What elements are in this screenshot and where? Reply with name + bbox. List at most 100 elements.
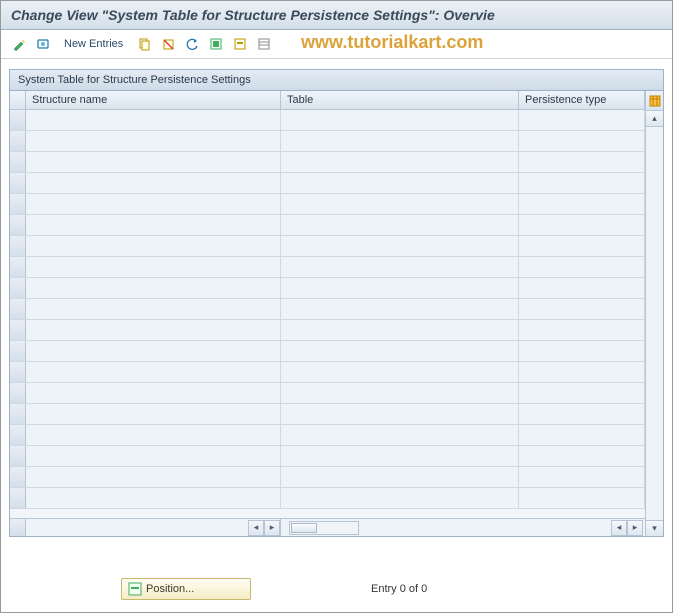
cell-table[interactable]	[281, 257, 519, 277]
hscroll-thumb[interactable]	[291, 523, 317, 533]
position-button[interactable]: Position...	[121, 578, 251, 600]
cell-table[interactable]	[281, 299, 519, 319]
row-selector[interactable]	[10, 257, 26, 277]
cell-structure-name[interactable]	[26, 341, 281, 361]
cell-persistence-type[interactable]	[519, 362, 645, 382]
cell-table[interactable]	[281, 383, 519, 403]
cell-table[interactable]	[281, 425, 519, 445]
row-selector[interactable]	[10, 194, 26, 214]
column-header-table[interactable]: Table	[281, 91, 519, 109]
cell-structure-name[interactable]	[26, 110, 281, 130]
other-view-icon[interactable]	[33, 34, 53, 54]
vertical-scrollbar[interactable]: ▴ ▾	[646, 111, 663, 536]
cell-table[interactable]	[281, 467, 519, 487]
cell-persistence-type[interactable]	[519, 467, 645, 487]
cell-structure-name[interactable]	[26, 278, 281, 298]
cell-structure-name[interactable]	[26, 320, 281, 340]
cell-persistence-type[interactable]	[519, 404, 645, 424]
cell-structure-name[interactable]	[26, 425, 281, 445]
row-selector[interactable]	[10, 110, 26, 130]
cell-persistence-type[interactable]	[519, 215, 645, 235]
display-change-icon[interactable]	[9, 34, 29, 54]
cell-table[interactable]	[281, 110, 519, 130]
delete-icon[interactable]	[158, 34, 178, 54]
cell-table[interactable]	[281, 341, 519, 361]
cell-structure-name[interactable]	[26, 131, 281, 151]
row-selector[interactable]	[10, 425, 26, 445]
row-selector[interactable]	[10, 383, 26, 403]
cell-structure-name[interactable]	[26, 215, 281, 235]
configure-columns-icon[interactable]	[646, 91, 663, 111]
cell-table[interactable]	[281, 131, 519, 151]
row-selector[interactable]	[10, 341, 26, 361]
cell-persistence-type[interactable]	[519, 488, 645, 508]
cell-persistence-type[interactable]	[519, 320, 645, 340]
cell-persistence-type[interactable]	[519, 257, 645, 277]
deselect-all-icon[interactable]	[254, 34, 274, 54]
row-selector[interactable]	[10, 320, 26, 340]
cell-structure-name[interactable]	[26, 257, 281, 277]
select-all-icon[interactable]	[206, 34, 226, 54]
cell-structure-name[interactable]	[26, 152, 281, 172]
cell-structure-name[interactable]	[26, 194, 281, 214]
cell-structure-name[interactable]	[26, 362, 281, 382]
cell-table[interactable]	[281, 404, 519, 424]
hscroll-right-first-icon[interactable]: ▸	[264, 520, 280, 536]
row-selector[interactable]	[10, 446, 26, 466]
cell-table[interactable]	[281, 152, 519, 172]
cell-table[interactable]	[281, 236, 519, 256]
copy-icon[interactable]	[134, 34, 154, 54]
cell-table[interactable]	[281, 215, 519, 235]
row-selector[interactable]	[10, 362, 26, 382]
row-selector[interactable]	[10, 173, 26, 193]
cell-table[interactable]	[281, 194, 519, 214]
hscroll-left-first-icon[interactable]: ◂	[248, 520, 264, 536]
new-entries-button[interactable]: New Entries	[57, 35, 130, 53]
undo-icon[interactable]	[182, 34, 202, 54]
column-header-persistence-type[interactable]: Persistence type	[519, 91, 645, 109]
cell-persistence-type[interactable]	[519, 425, 645, 445]
row-selector[interactable]	[10, 404, 26, 424]
row-selector[interactable]	[10, 152, 26, 172]
row-selector[interactable]	[10, 215, 26, 235]
cell-table[interactable]	[281, 362, 519, 382]
row-selector[interactable]	[10, 131, 26, 151]
select-block-icon[interactable]	[230, 34, 250, 54]
cell-persistence-type[interactable]	[519, 341, 645, 361]
cell-persistence-type[interactable]	[519, 152, 645, 172]
cell-table[interactable]	[281, 320, 519, 340]
cell-structure-name[interactable]	[26, 236, 281, 256]
column-header-structure-name[interactable]: Structure name	[26, 91, 281, 109]
hscroll-left-icon[interactable]: ◂	[611, 520, 627, 536]
row-selector[interactable]	[10, 299, 26, 319]
cell-persistence-type[interactable]	[519, 110, 645, 130]
row-selector[interactable]	[10, 488, 26, 508]
cell-structure-name[interactable]	[26, 404, 281, 424]
row-selector[interactable]	[10, 278, 26, 298]
hscroll-track[interactable]	[289, 521, 359, 535]
vscroll-down-icon[interactable]: ▾	[646, 520, 663, 536]
cell-persistence-type[interactable]	[519, 299, 645, 319]
vscroll-up-icon[interactable]: ▴	[646, 111, 663, 127]
cell-table[interactable]	[281, 173, 519, 193]
row-selector-header[interactable]	[10, 91, 26, 109]
cell-structure-name[interactable]	[26, 446, 281, 466]
cell-persistence-type[interactable]	[519, 236, 645, 256]
cell-persistence-type[interactable]	[519, 194, 645, 214]
cell-structure-name[interactable]	[26, 173, 281, 193]
cell-table[interactable]	[281, 488, 519, 508]
cell-persistence-type[interactable]	[519, 173, 645, 193]
row-selector[interactable]	[10, 236, 26, 256]
cell-structure-name[interactable]	[26, 299, 281, 319]
cell-persistence-type[interactable]	[519, 131, 645, 151]
hscroll-right-icon[interactable]: ▸	[627, 520, 643, 536]
cell-table[interactable]	[281, 278, 519, 298]
cell-table[interactable]	[281, 446, 519, 466]
cell-persistence-type[interactable]	[519, 278, 645, 298]
row-selector[interactable]	[10, 467, 26, 487]
cell-structure-name[interactable]	[26, 488, 281, 508]
cell-structure-name[interactable]	[26, 467, 281, 487]
cell-persistence-type[interactable]	[519, 383, 645, 403]
cell-structure-name[interactable]	[26, 383, 281, 403]
cell-persistence-type[interactable]	[519, 446, 645, 466]
